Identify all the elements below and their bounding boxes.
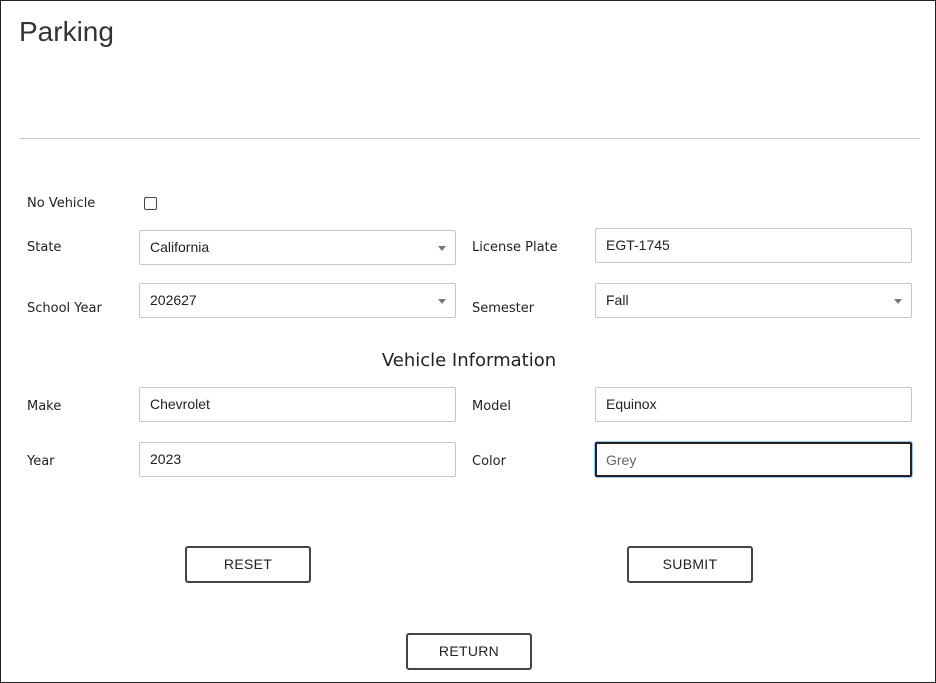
- semester-select[interactable]: Fall: [595, 283, 912, 318]
- reset-button[interactable]: RESET: [185, 546, 311, 583]
- make-value: Chevrolet: [150, 396, 210, 412]
- semester-label: Semester: [472, 301, 535, 316]
- license-plate-label: License Plate: [472, 240, 558, 255]
- return-button[interactable]: RETURN: [406, 633, 532, 670]
- app-frame: Parking No Vehicle State California Lice…: [0, 0, 936, 683]
- no-vehicle-label: No Vehicle: [27, 196, 96, 211]
- no-vehicle-checkbox[interactable]: [144, 197, 157, 210]
- school-year-label: School Year: [27, 301, 102, 316]
- state-label: State: [27, 240, 62, 255]
- school-year-select[interactable]: 202627: [139, 283, 456, 318]
- vehicle-information-heading: Vehicle Information: [381, 350, 557, 371]
- header-divider: [19, 138, 920, 139]
- submit-button[interactable]: SUBMIT: [627, 546, 753, 583]
- make-label: Make: [27, 399, 62, 414]
- model-input[interactable]: Equinox: [595, 387, 912, 422]
- semester-select-value: Fall: [606, 292, 629, 308]
- chevron-down-icon: [438, 299, 446, 304]
- year-value: 2023: [150, 451, 182, 467]
- license-plate-value: EGT-1745: [606, 237, 670, 253]
- model-label: Model: [472, 399, 512, 414]
- model-value: Equinox: [606, 396, 657, 412]
- year-label: Year: [27, 454, 55, 469]
- color-input[interactable]: Grey: [595, 442, 912, 477]
- school-year-select-value: 202627: [150, 292, 197, 308]
- make-input[interactable]: Chevrolet: [139, 387, 456, 422]
- color-value: Grey: [606, 452, 637, 468]
- license-plate-input[interactable]: EGT-1745: [595, 228, 912, 263]
- state-select[interactable]: California: [139, 230, 456, 265]
- year-input[interactable]: 2023: [139, 442, 456, 477]
- chevron-down-icon: [894, 299, 902, 304]
- state-select-value: California: [150, 239, 210, 255]
- chevron-down-icon: [438, 246, 446, 251]
- page-title: Parking: [19, 16, 114, 47]
- color-label: Color: [472, 454, 506, 469]
